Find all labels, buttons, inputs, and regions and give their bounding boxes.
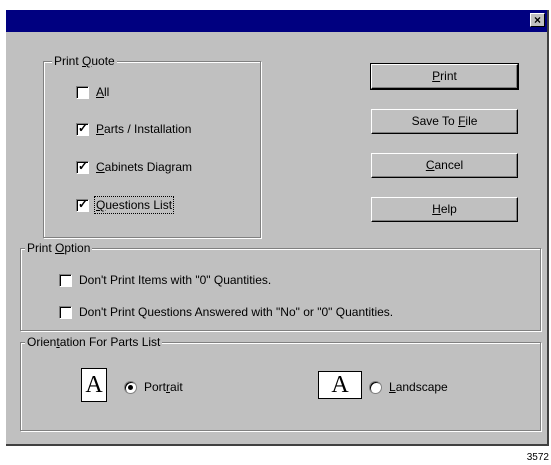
- figure-number: 3572: [526, 452, 549, 463]
- checkbox-box[interactable]: [76, 85, 89, 99]
- checkbox-label: Cabinets Diagram: [96, 160, 193, 174]
- radio-button[interactable]: [369, 380, 382, 394]
- checkbox-box[interactable]: [59, 273, 72, 287]
- radio-selected-dot: [128, 384, 133, 390]
- checkbox-label: Don't Print Items with "0" Quantities.: [79, 273, 272, 287]
- checkbox-label: Don't Print Questions Answered with "No"…: [79, 305, 394, 319]
- title-bar: ×: [6, 10, 547, 32]
- checkbox-questions-list[interactable]: ✓ Questions List: [76, 196, 175, 214]
- checkbox-no-questions-answered-no[interactable]: Don't Print Questions Answered with "No"…: [59, 305, 393, 319]
- checkbox-label: Questions List: [93, 196, 175, 214]
- radio-label: Landscape: [389, 380, 448, 394]
- checkbox-parts-installation[interactable]: ✓ Parts / Installation: [76, 120, 192, 136]
- radio-portrait[interactable]: Portrait: [124, 380, 183, 394]
- save-to-file-button[interactable]: Save To File: [371, 109, 518, 134]
- checkbox-no-zero-items[interactable]: Don't Print Items with "0" Quantities.: [59, 273, 271, 287]
- checkbox-cabinets-diagram[interactable]: ✓ Cabinets Diagram: [76, 158, 193, 174]
- print-quote-legend: Print Quote: [52, 54, 117, 68]
- check-mark-icon: ✓: [78, 120, 89, 135]
- landscape-page-icon: A: [318, 371, 362, 399]
- check-mark-icon: ✓: [78, 196, 89, 211]
- close-button[interactable]: ×: [530, 13, 545, 27]
- cancel-button[interactable]: Cancel: [371, 153, 518, 178]
- print-button[interactable]: Print: [370, 63, 519, 90]
- radio-button[interactable]: [124, 380, 137, 394]
- checkbox-box[interactable]: [59, 305, 72, 319]
- radio-landscape[interactable]: Landscape: [369, 380, 448, 394]
- checkbox-box[interactable]: ✓: [76, 120, 89, 136]
- print-option-legend: Print Option: [25, 241, 93, 255]
- print-dialog: × Print Quote All ✓ Parts / Installation…: [6, 10, 549, 446]
- checkbox-label: All: [96, 85, 110, 99]
- close-icon: ×: [533, 13, 541, 27]
- checkbox-box[interactable]: ✓: [76, 158, 89, 174]
- orientation-legend: Orientation For Parts List: [25, 335, 163, 349]
- check-mark-icon: ✓: [78, 158, 89, 173]
- checkbox-label: Parts / Installation: [96, 122, 192, 136]
- checkbox-box[interactable]: ✓: [76, 196, 89, 212]
- checkbox-all[interactable]: All: [76, 85, 109, 99]
- print-option-group: Print Option Don't Print Items with "0" …: [20, 241, 541, 331]
- portrait-page-icon: A: [81, 368, 107, 402]
- print-quote-group: Print Quote All ✓ Parts / Installation ✓…: [43, 54, 261, 238]
- help-button[interactable]: Help: [371, 197, 518, 222]
- radio-label: Portrait: [144, 380, 183, 394]
- orientation-group: Orientation For Parts List A Portrait A …: [20, 335, 541, 431]
